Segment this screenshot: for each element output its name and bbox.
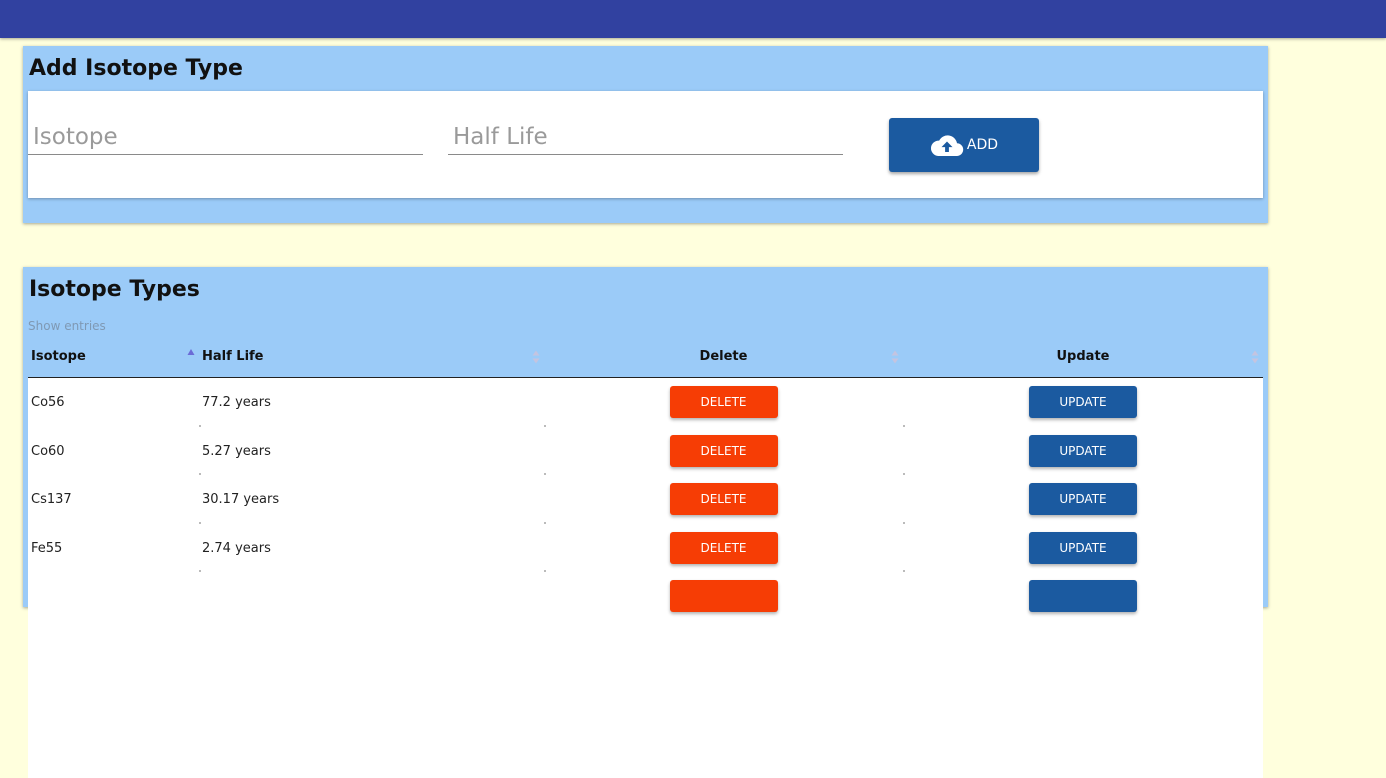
- add-button-label: ADD: [966, 137, 999, 153]
- column-header-label: Half Life: [202, 349, 264, 364]
- add-isotope-form: ADD: [28, 91, 1263, 198]
- delete-button[interactable]: DELETE: [669, 531, 778, 564]
- add-isotope-panel: Add Isotope Type ADD: [23, 46, 1268, 223]
- table-row: [28, 572, 1263, 621]
- sort-both-icon: [532, 350, 540, 364]
- top-app-bar: [0, 0, 1386, 38]
- isotope-types-table: Isotope Half Life Delete Update Co56 77.…: [28, 343, 1263, 778]
- cloud-upload-icon: [930, 135, 964, 157]
- cell-isotope: Cs137: [31, 492, 72, 507]
- cell-delete: DELETE: [544, 427, 903, 475]
- add-panel-title: Add Isotope Type: [29, 56, 243, 81]
- cell-half-life: 77.2 years: [202, 395, 271, 410]
- update-button[interactable]: [1029, 580, 1137, 612]
- cell-isotope: [28, 572, 199, 620]
- update-button[interactable]: UPDATE: [1029, 434, 1137, 467]
- sort-ascending-icon: [187, 349, 195, 355]
- list-panel-title: Isotope Types: [29, 277, 200, 302]
- cell-isotope: Co60: [31, 443, 65, 459]
- cell-update: UPDATE: [903, 427, 1263, 475]
- cell-half-life: [199, 572, 544, 620]
- cell-isotope: Fe55: [31, 540, 63, 556]
- column-header-label: Isotope: [31, 349, 86, 364]
- column-header-label: Update: [1056, 349, 1110, 364]
- cell-update: UPDATE: [903, 475, 1263, 523]
- table-header: Isotope Half Life Delete Update: [28, 343, 1263, 378]
- sort-both-icon: [1251, 350, 1259, 364]
- cell-delete: DELETE: [544, 475, 903, 523]
- update-button[interactable]: UPDATE: [1029, 531, 1137, 564]
- table-row: Co60 5.27 years DELETE UPDATE: [28, 427, 1263, 475]
- delete-button[interactable]: DELETE: [669, 483, 778, 515]
- cell-half-life: 5.27 years: [202, 443, 271, 459]
- column-header-isotope[interactable]: Isotope: [28, 343, 199, 377]
- table-row: Cs137 30.17 years DELETE UPDATE: [28, 475, 1263, 524]
- column-header-label: Delete: [699, 349, 748, 364]
- table-row: Fe55 2.74 years DELETE UPDATE: [28, 524, 1263, 572]
- table-row: Co56 77.2 years DELETE UPDATE: [28, 378, 1263, 427]
- cell-update: UPDATE: [903, 524, 1263, 572]
- delete-button[interactable]: DELETE: [669, 386, 778, 418]
- cell-update: UPDATE: [903, 378, 1263, 426]
- cell-delete: DELETE: [544, 524, 903, 572]
- update-button[interactable]: UPDATE: [1029, 483, 1137, 515]
- cell-isotope: Co56: [31, 395, 65, 410]
- column-header-delete[interactable]: Delete: [544, 343, 903, 377]
- cell-delete: DELETE: [544, 378, 903, 426]
- delete-button[interactable]: [669, 580, 778, 612]
- show-entries-label: Show entries: [28, 319, 106, 333]
- cell-half-life: 30.17 years: [202, 492, 280, 507]
- cell-update: [903, 572, 1263, 620]
- column-header-half-life[interactable]: Half Life: [199, 343, 544, 377]
- cell-delete: [544, 572, 903, 620]
- isotope-input[interactable]: [28, 119, 423, 155]
- update-button[interactable]: UPDATE: [1029, 386, 1137, 418]
- half-life-input[interactable]: [448, 119, 843, 155]
- sort-both-icon: [891, 350, 899, 364]
- column-header-update[interactable]: Update: [903, 343, 1263, 377]
- cell-half-life: 2.74 years: [202, 540, 271, 556]
- isotope-types-panel: Isotope Types Show entries Isotope Half …: [23, 267, 1268, 778]
- delete-button[interactable]: DELETE: [669, 434, 778, 467]
- table-body: Co56 77.2 years DELETE UPDATE Co60 5.27 …: [28, 378, 1263, 778]
- add-button[interactable]: ADD: [889, 118, 1039, 172]
